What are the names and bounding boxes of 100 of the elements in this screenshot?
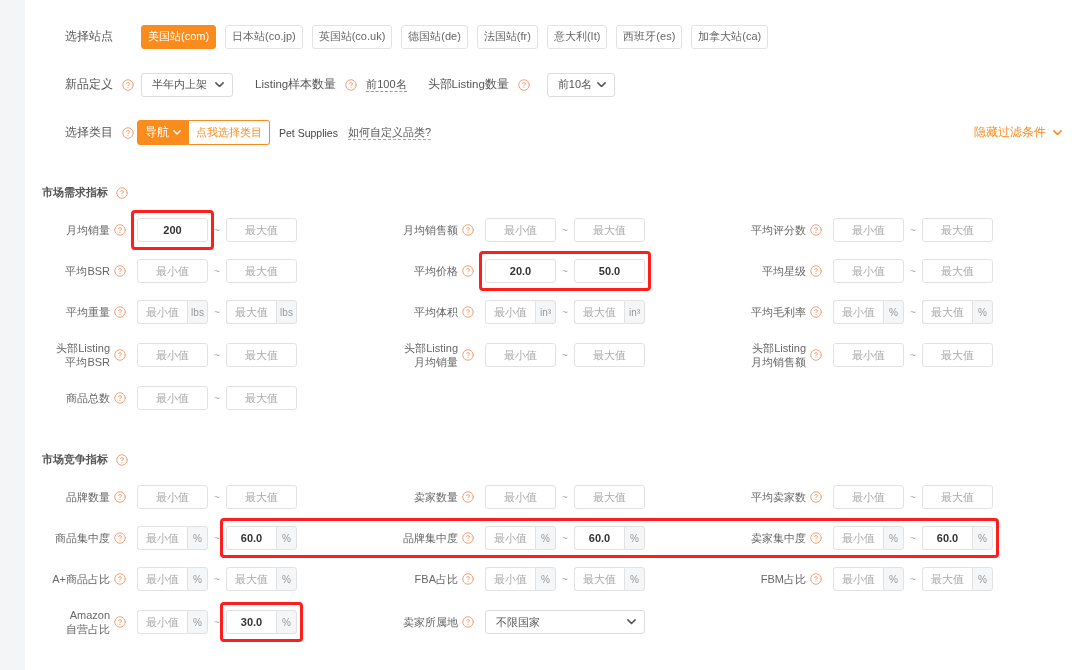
input-field[interactable]: 最小值 — [137, 567, 187, 591]
help-icon — [462, 306, 474, 318]
input-field[interactable]: 最小值 — [485, 343, 556, 367]
dropdown-select[interactable]: 半年内上架 — [141, 72, 233, 97]
site-button[interactable]: 加拿大站(ca) — [691, 24, 769, 49]
input-field[interactable]: 60.0 — [922, 526, 972, 550]
input-field[interactable]: 最小值 — [485, 485, 556, 509]
input-field[interactable]: 200 — [137, 218, 208, 242]
help-icon — [462, 265, 474, 277]
help-icon — [462, 573, 474, 585]
chevron-down-icon — [627, 619, 636, 625]
input-field[interactable]: 最大值 — [922, 567, 972, 591]
range-separator: ~ — [909, 265, 917, 277]
input-field[interactable]: 最大值 — [226, 259, 297, 283]
input-field[interactable]: 最小值 — [137, 485, 208, 509]
input-field[interactable]: 最小值 — [833, 526, 883, 550]
filter-label: 品牌数量 — [65, 490, 110, 504]
input-field[interactable]: 最小值 — [833, 259, 904, 283]
input-field[interactable]: 最小值 — [137, 386, 208, 410]
input-field[interactable]: 最大值 — [226, 218, 297, 242]
input-field[interactable]: 最小值 — [137, 343, 208, 367]
input-field[interactable]: 最大值 — [226, 343, 297, 367]
unit-label: in³ — [624, 300, 645, 324]
input-field[interactable]: 30.0 — [226, 610, 276, 634]
input-field[interactable]: 最小值 — [137, 526, 187, 550]
input-field[interactable]: 最大值 — [574, 218, 645, 242]
filter-label: 头部Listing 月均销量 — [403, 341, 458, 369]
input-field[interactable]: 最大值 — [922, 485, 993, 509]
help-link[interactable]: 如何自定义品类? — [347, 125, 432, 140]
help-icon — [810, 265, 822, 277]
input-field[interactable]: 最小值 — [833, 485, 904, 509]
help-icon — [116, 186, 128, 199]
filter-label: FBM占比 — [759, 572, 806, 586]
chevron-down-icon — [215, 81, 224, 88]
input-field[interactable]: 50.0 — [574, 259, 645, 283]
filter-label: FBA占比 — [413, 572, 458, 586]
filter-label: 品牌集中度 — [402, 531, 458, 545]
input-field[interactable]: 最大值 — [574, 567, 624, 591]
input-field[interactable]: 最大值 — [574, 485, 645, 509]
input-field[interactable]: 最大值 — [226, 386, 297, 410]
filter-label: 商品集中度 — [54, 531, 110, 545]
input-field[interactable]: 最小值 — [137, 610, 187, 634]
range-separator: ~ — [561, 224, 569, 236]
help-icon — [810, 349, 822, 361]
site-button[interactable]: 西班牙(es) — [616, 24, 683, 49]
help-icon — [810, 573, 822, 585]
input-field[interactable]: 最大值 — [226, 485, 297, 509]
section-title: 市场竞争指标 — [42, 452, 108, 467]
range-separator: ~ — [213, 349, 221, 361]
input-field[interactable]: 60.0 — [226, 526, 276, 550]
dropdown-select[interactable]: 不限国家 — [485, 610, 645, 634]
range-separator: ~ — [909, 224, 917, 236]
input-field[interactable]: 最小值 — [485, 300, 535, 324]
input-field[interactable]: 20.0 — [485, 259, 556, 283]
input-field[interactable]: 最小值 — [833, 343, 904, 367]
input-field[interactable]: 最大值 — [574, 300, 624, 324]
help-icon — [810, 532, 822, 544]
input-field[interactable]: 最大值 — [922, 300, 972, 324]
filter-label: 平均价格 — [413, 264, 458, 278]
site-button[interactable]: 意大利(It) — [546, 24, 608, 49]
input-field[interactable]: 60.0 — [574, 526, 624, 550]
site-button[interactable]: 德国站(de) — [401, 24, 468, 49]
filter-label: A+商品占比 — [51, 572, 110, 586]
filter-label: 平均毛利率 — [750, 305, 806, 319]
help-icon — [462, 491, 474, 503]
input-field[interactable]: 最小值 — [833, 300, 883, 324]
sample-size-value[interactable]: 前100名 — [366, 77, 407, 92]
input-field[interactable]: 最大值 — [922, 343, 993, 367]
unit-label: in³ — [535, 300, 556, 324]
site-button[interactable]: 法国站(fr) — [476, 24, 538, 49]
input-field[interactable]: 最小值 — [137, 300, 187, 324]
input-field[interactable]: 最小值 — [833, 218, 904, 242]
input-field[interactable]: 最小值 — [137, 259, 208, 283]
chevron-down-icon — [1053, 129, 1062, 136]
unit-label: % — [187, 567, 208, 591]
range-separator: ~ — [909, 491, 917, 503]
dropdown-select[interactable]: 前10名 — [546, 72, 615, 97]
help-icon — [114, 349, 126, 361]
input-field[interactable]: 最大值 — [226, 567, 276, 591]
help-icon — [114, 616, 126, 628]
input-field[interactable]: 最大值 — [574, 343, 645, 367]
unit-label: % — [624, 526, 645, 550]
range-separator: ~ — [213, 224, 221, 236]
unit-label: % — [624, 567, 645, 591]
site-button[interactable]: 日本站(co.jp) — [225, 24, 303, 49]
input-field[interactable]: 最小值 — [833, 567, 883, 591]
help-icon — [462, 616, 474, 628]
help-icon — [114, 306, 126, 318]
input-field[interactable]: 最小值 — [485, 218, 556, 242]
input-field[interactable]: 最大值 — [226, 300, 276, 324]
input-field[interactable]: 最大值 — [922, 218, 993, 242]
help-icon — [462, 532, 474, 544]
input-field[interactable]: 最大值 — [922, 259, 993, 283]
section-title: 市场需求指标 — [42, 185, 108, 200]
unit-label: % — [883, 567, 904, 591]
site-button[interactable]: 英国站(co.uk) — [311, 24, 393, 49]
input-field[interactable]: 最小值 — [485, 567, 535, 591]
filter-label: 卖家数量 — [413, 490, 458, 504]
filter-label: 平均卖家数 — [750, 490, 806, 504]
input-field[interactable]: 最小值 — [485, 526, 535, 550]
